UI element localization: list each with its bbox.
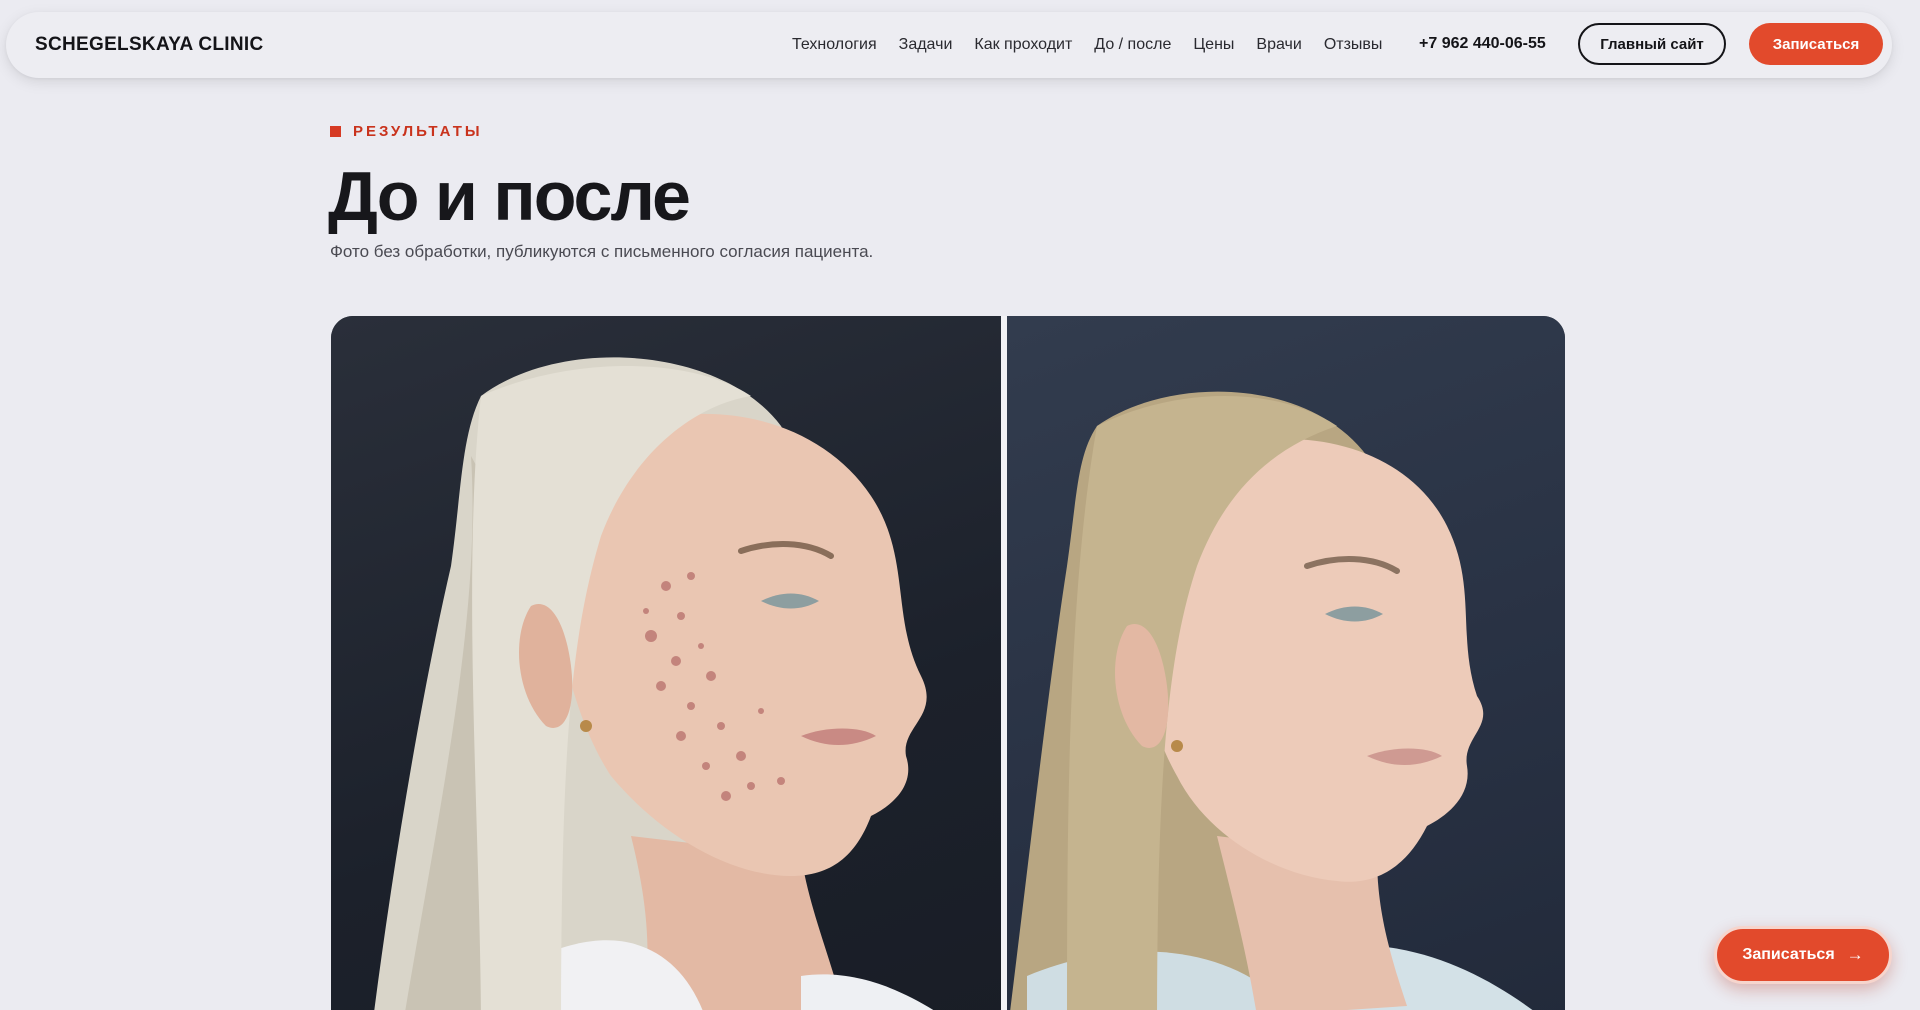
nav-item-before-after[interactable]: До / после [1094, 36, 1171, 54]
nav-item-doctors[interactable]: Врачи [1256, 36, 1301, 54]
nav-item-tasks[interactable]: Задачи [899, 36, 953, 54]
section-subtitle: Фото без обработки, публикуются с письме… [330, 242, 874, 261]
nav-item-how-it-works[interactable]: Как проходит [974, 36, 1072, 54]
clinic-logo[interactable]: SCHEGELSKAYA CLINIC [35, 34, 263, 56]
before-after-photo-card [331, 316, 1565, 1010]
phone-link[interactable]: +7 962 440-06-55 [1419, 35, 1546, 53]
section-eyebrow: РЕЗУЛЬТАТЫ [330, 123, 483, 140]
nav-item-prices[interactable]: Цены [1193, 36, 1234, 54]
nav-item-technology[interactable]: Технология [792, 36, 877, 54]
main-site-button[interactable]: Главный сайт [1578, 23, 1726, 65]
site-header: SCHEGELSKAYA CLINIC Технология Задачи Ка… [6, 12, 1892, 78]
eyebrow-square-icon [330, 126, 341, 137]
eyebrow-label: РЕЗУЛЬТАТЫ [353, 123, 483, 140]
floating-signup-label: Записаться [1742, 946, 1835, 963]
signup-button[interactable]: Записаться [1749, 23, 1883, 65]
arrow-right-icon: → [1846, 945, 1864, 964]
main-nav: Технология Задачи Как проходит До / посл… [792, 36, 1404, 54]
page: SCHEGELSKAYA CLINIC Технология Задачи Ка… [0, 0, 1920, 1010]
floating-signup-button[interactable]: Записаться → [1714, 926, 1892, 984]
page-title: До и после [328, 157, 691, 235]
after-photo [1007, 316, 1565, 1010]
before-photo [331, 316, 1001, 1010]
nav-item-reviews[interactable]: Отзывы [1324, 36, 1383, 54]
